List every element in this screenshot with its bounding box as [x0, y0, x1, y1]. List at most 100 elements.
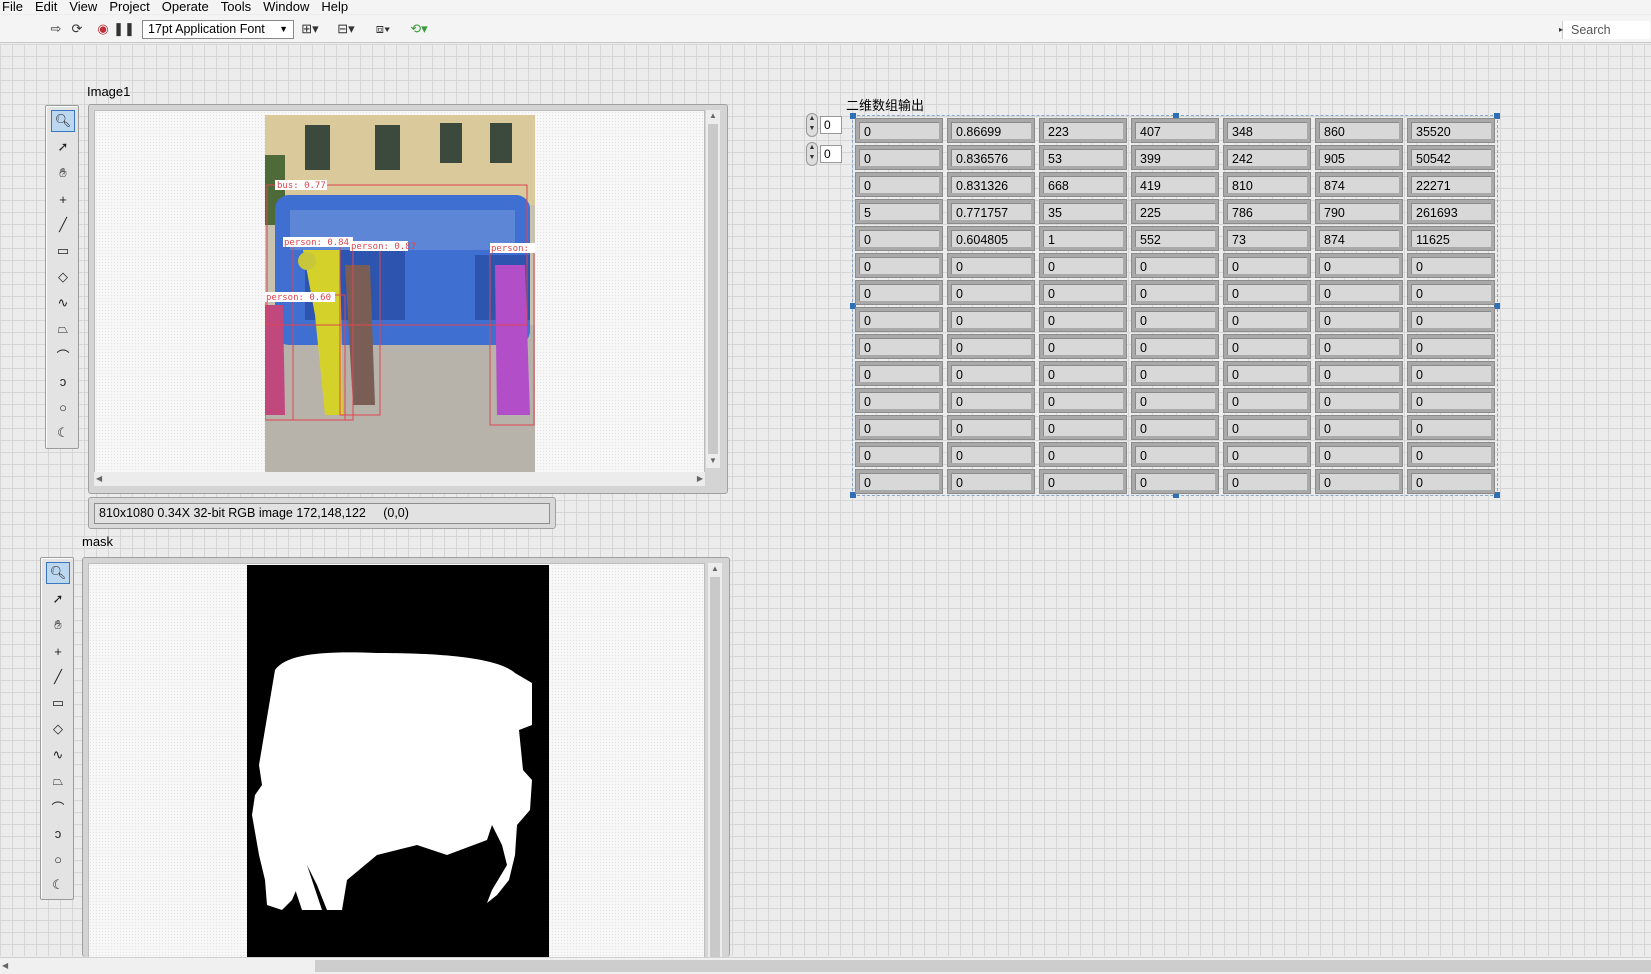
- array-cell[interactable]: 53: [1039, 145, 1127, 170]
- image1-viewport[interactable]: bus: 0.77 person: 0.84 person: 0.87 pers…: [94, 110, 705, 482]
- image1-horizontal-scrollbar[interactable]: ◀ ▶: [94, 472, 705, 486]
- array-cell[interactable]: 73: [1223, 226, 1311, 251]
- menu-project[interactable]: Project: [103, 0, 155, 14]
- search-expand-icon[interactable]: ▸: [1559, 21, 1563, 39]
- zoom-icon[interactable]: 🔍︎: [46, 562, 70, 584]
- array-cell[interactable]: 905: [1315, 145, 1403, 170]
- search-input[interactable]: ▸ Search: [1559, 21, 1650, 39]
- array-cell[interactable]: 0: [1315, 280, 1403, 305]
- polygon-icon[interactable]: ⏢: [51, 318, 75, 340]
- array-cell[interactable]: 0: [947, 334, 1035, 359]
- array-cell[interactable]: 0: [1407, 442, 1495, 467]
- array-cell[interactable]: 0: [1131, 388, 1219, 413]
- array-cell[interactable]: 0: [947, 469, 1035, 494]
- array-cell[interactable]: 0: [1039, 415, 1127, 440]
- oval-icon[interactable]: ○: [51, 396, 75, 418]
- array-cell[interactable]: 0: [1039, 280, 1127, 305]
- array-cell[interactable]: 0: [1315, 415, 1403, 440]
- array-cell[interactable]: 407: [1131, 118, 1219, 143]
- row-index-value[interactable]: 0: [820, 116, 842, 134]
- array-cell[interactable]: 0: [1223, 469, 1311, 494]
- select-arrow-icon[interactable]: ➚: [46, 588, 70, 610]
- menu-file[interactable]: File: [0, 0, 29, 14]
- array-cell[interactable]: 874: [1315, 172, 1403, 197]
- array-cell[interactable]: 35520: [1407, 118, 1495, 143]
- array-cell[interactable]: 225: [1131, 199, 1219, 224]
- array-row-index[interactable]: ▲ ▼ 0: [806, 113, 846, 137]
- array-cell[interactable]: 0: [1131, 307, 1219, 332]
- pan-hand-icon[interactable]: ✋︎: [51, 162, 75, 184]
- array-cell[interactable]: 0: [855, 145, 943, 170]
- array-cell[interactable]: 0.831326: [947, 172, 1035, 197]
- rotated-rect-icon[interactable]: ◇: [51, 266, 75, 288]
- abort-icon[interactable]: ◉: [94, 20, 112, 38]
- array-cell[interactable]: 0: [947, 307, 1035, 332]
- scroll-left-icon[interactable]: ◀: [96, 474, 102, 483]
- rectangle-icon[interactable]: ▭: [46, 692, 70, 714]
- array-cell[interactable]: 0: [1039, 469, 1127, 494]
- image1-vertical-scrollbar[interactable]: ▲ ▼: [706, 110, 720, 468]
- scroll-up-icon[interactable]: ▲: [711, 564, 719, 573]
- freehand-region-icon[interactable]: ↄ: [51, 370, 75, 392]
- menu-operate[interactable]: Operate: [156, 0, 215, 14]
- array-cell[interactable]: 0: [1223, 415, 1311, 440]
- array-cell[interactable]: 0: [1315, 469, 1403, 494]
- polyline-icon[interactable]: ∿: [51, 292, 75, 314]
- freehand-region-icon[interactable]: ↄ: [46, 822, 70, 844]
- annulus-icon[interactable]: ☾: [51, 422, 75, 444]
- array-cell[interactable]: 0: [1407, 307, 1495, 332]
- array-cell[interactable]: 874: [1315, 226, 1403, 251]
- array-cell[interactable]: 0: [1315, 253, 1403, 278]
- array-cell[interactable]: 0: [855, 280, 943, 305]
- scroll-thumb[interactable]: [315, 960, 1651, 972]
- array-cell[interactable]: 0: [1223, 253, 1311, 278]
- freehand-line-icon[interactable]: ⌒: [46, 796, 70, 818]
- polyline-icon[interactable]: ∿: [46, 744, 70, 766]
- pan-hand-icon[interactable]: ✋︎: [46, 614, 70, 636]
- array-cell[interactable]: 810: [1223, 172, 1311, 197]
- array-cell[interactable]: 348: [1223, 118, 1311, 143]
- menu-view[interactable]: View: [63, 0, 103, 14]
- array-cell[interactable]: 0: [1223, 307, 1311, 332]
- array-cell[interactable]: 0: [1407, 280, 1495, 305]
- array-cell[interactable]: 0: [1315, 361, 1403, 386]
- select-arrow-icon[interactable]: ➚: [51, 136, 75, 158]
- menu-window[interactable]: Window: [257, 0, 315, 14]
- array-cell[interactable]: 790: [1315, 199, 1403, 224]
- array-cell[interactable]: 0: [1315, 388, 1403, 413]
- line-icon[interactable]: ╱: [51, 214, 75, 236]
- array-cell[interactable]: 0.86699: [947, 118, 1035, 143]
- array-cell[interactable]: 0: [1131, 361, 1219, 386]
- array-cell[interactable]: 0: [947, 442, 1035, 467]
- array-cell[interactable]: 0: [1223, 442, 1311, 467]
- array-cell[interactable]: 0: [1131, 469, 1219, 494]
- array-cell[interactable]: 0: [1039, 334, 1127, 359]
- array-cell[interactable]: 0: [1131, 334, 1219, 359]
- run-continuously-icon[interactable]: ⟳: [68, 20, 86, 38]
- array-cell[interactable]: 11625: [1407, 226, 1495, 251]
- reorder-icon[interactable]: ⟲▾: [406, 20, 432, 38]
- array-cell[interactable]: 35: [1039, 199, 1127, 224]
- array-cell[interactable]: 1: [1039, 226, 1127, 251]
- array-col-index[interactable]: ▲ ▼ 0: [806, 142, 846, 166]
- array-cell[interactable]: 0: [947, 361, 1035, 386]
- scroll-thumb[interactable]: [708, 124, 718, 454]
- resize-objects-icon[interactable]: ⧈▾: [370, 20, 396, 38]
- array-cell[interactable]: 0: [1407, 388, 1495, 413]
- array-cell[interactable]: 0: [1223, 361, 1311, 386]
- array-cell[interactable]: 0: [855, 226, 943, 251]
- mask-viewport[interactable]: [88, 563, 705, 959]
- array-cell[interactable]: 0: [855, 415, 943, 440]
- freehand-line-icon[interactable]: ⌒: [51, 344, 75, 366]
- font-selector[interactable]: 17pt Application Font ▼: [142, 20, 294, 39]
- array-cell[interactable]: 0: [1131, 253, 1219, 278]
- scroll-up-icon[interactable]: ▲: [709, 111, 717, 120]
- array-cell[interactable]: 0: [947, 280, 1035, 305]
- col-index-value[interactable]: 0: [820, 145, 842, 163]
- array-cell[interactable]: 0: [855, 253, 943, 278]
- scroll-thumb[interactable]: [710, 577, 720, 958]
- array-cell[interactable]: 0: [1131, 415, 1219, 440]
- array-cell[interactable]: 0: [1315, 307, 1403, 332]
- array-cell[interactable]: 0: [1407, 334, 1495, 359]
- array-cell[interactable]: 0: [1315, 442, 1403, 467]
